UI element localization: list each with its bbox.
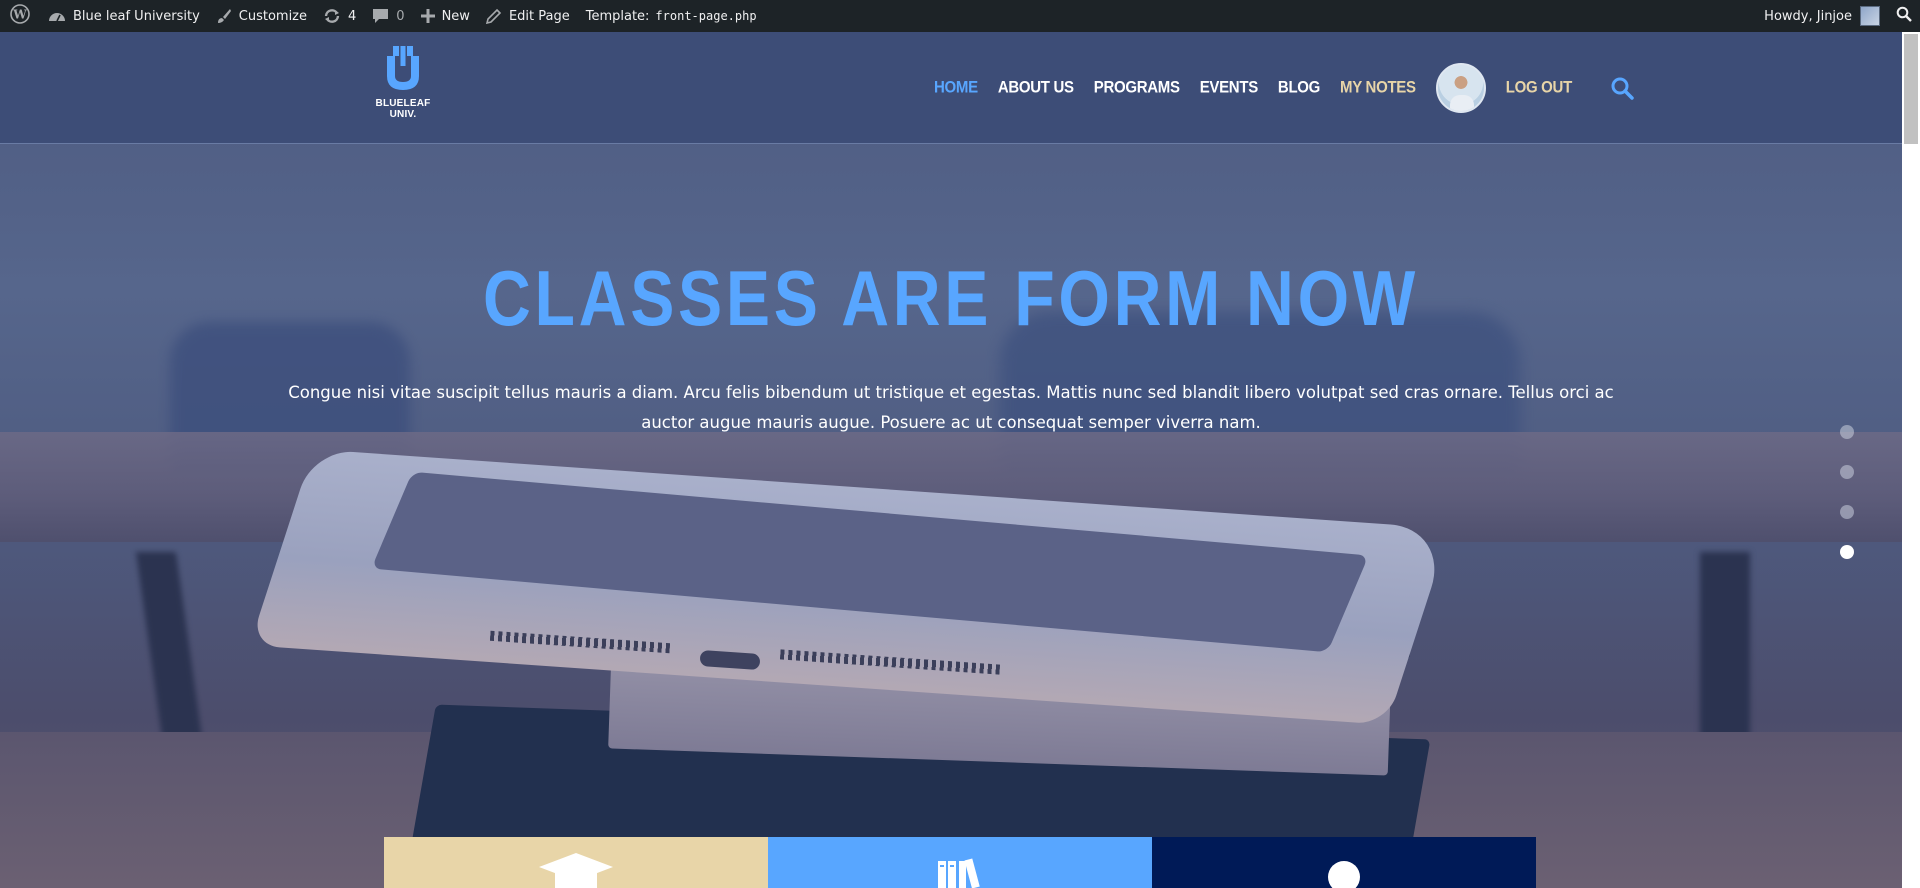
slider-dot-2[interactable] bbox=[1840, 465, 1854, 479]
howdy-label: Howdy, Jinjoe bbox=[1764, 8, 1852, 24]
template-file: front-page.php bbox=[655, 9, 757, 23]
edit-page-label: Edit Page bbox=[508, 8, 570, 24]
graduation-cap-icon bbox=[539, 853, 613, 888]
new-label: New bbox=[441, 8, 470, 24]
logout-link[interactable]: LOG OUT bbox=[1506, 78, 1573, 97]
wp-admin-bar: W Blue leaf University Customize 4 0 New bbox=[0, 0, 1920, 32]
template-info: Template: front-page.php bbox=[578, 0, 765, 32]
template-label: Template: bbox=[585, 8, 650, 24]
slider-dot-4[interactable] bbox=[1840, 545, 1854, 559]
wordpress-icon: W bbox=[10, 4, 30, 28]
my-account-link[interactable]: Howdy, Jinjoe bbox=[1756, 0, 1888, 32]
pencil-icon bbox=[485, 8, 502, 24]
nav-item-blog[interactable]: BLOG bbox=[1278, 78, 1320, 97]
dashboard-icon bbox=[48, 9, 66, 23]
feature-tile-people[interactable] bbox=[1152, 837, 1536, 888]
slider-pagination bbox=[1840, 425, 1854, 585]
nav-item-home[interactable]: HOME bbox=[934, 78, 978, 97]
comments-link[interactable]: 0 bbox=[364, 0, 412, 32]
updates-link[interactable]: 4 bbox=[315, 0, 364, 32]
hero-background-image bbox=[0, 32, 1902, 888]
comment-icon bbox=[372, 8, 389, 24]
plus-icon bbox=[420, 9, 435, 23]
user-avatar[interactable] bbox=[1435, 62, 1486, 113]
svg-text:W: W bbox=[12, 8, 27, 22]
hero-description: Congue nisi vitae suscipit tellus mauris… bbox=[288, 383, 1614, 432]
page-scrollbar[interactable] bbox=[1902, 32, 1920, 888]
university-logo-icon bbox=[387, 46, 419, 90]
paintbrush-icon bbox=[216, 8, 232, 24]
logo-text: BLUELEAF UNIV. bbox=[375, 98, 431, 120]
site-name-link[interactable]: Blue leaf University bbox=[40, 0, 208, 32]
person-icon bbox=[1328, 861, 1360, 888]
hero-title: CLASSES ARE FORM NOW bbox=[483, 255, 1419, 343]
books-icon bbox=[938, 858, 980, 888]
nav-item-my-notes[interactable]: MY NOTES bbox=[1340, 78, 1416, 97]
nav-item-events[interactable]: EVENTS bbox=[1200, 78, 1259, 97]
search-icon bbox=[1611, 77, 1634, 100]
feature-tile-library[interactable] bbox=[768, 837, 1152, 888]
adminbar-search-button[interactable] bbox=[1888, 0, 1920, 32]
customize-link[interactable]: Customize bbox=[208, 0, 315, 32]
edit-page-link[interactable]: Edit Page bbox=[478, 0, 578, 32]
feature-tiles bbox=[384, 837, 1536, 888]
main-nav: HOME ABOUT US PROGRAMS EVENTS BLOG MY NO… bbox=[934, 32, 1634, 143]
site-search-button[interactable] bbox=[1610, 76, 1634, 100]
site-logo[interactable]: BLUELEAF UNIV. bbox=[368, 46, 438, 120]
updates-icon bbox=[323, 8, 341, 24]
scrollbar-thumb[interactable] bbox=[1904, 34, 1918, 144]
feature-tile-programs[interactable] bbox=[384, 837, 768, 888]
nav-item-programs[interactable]: PROGRAMS bbox=[1094, 78, 1180, 97]
slider-dot-3[interactable] bbox=[1840, 505, 1854, 519]
user-avatar-small bbox=[1860, 6, 1880, 26]
site-name-label: Blue leaf University bbox=[73, 8, 200, 24]
wordpress-logo-button[interactable]: W bbox=[0, 0, 40, 32]
customize-label: Customize bbox=[238, 8, 308, 24]
background-table-leg-left bbox=[135, 552, 205, 752]
search-icon bbox=[1896, 6, 1912, 26]
slider-dot-1[interactable] bbox=[1840, 425, 1854, 439]
comments-count: 0 bbox=[396, 8, 405, 24]
new-content-link[interactable]: New bbox=[413, 0, 478, 32]
nav-item-about-us[interactable]: ABOUT US bbox=[998, 78, 1074, 97]
updates-count: 4 bbox=[348, 8, 357, 24]
site-header: BLUELEAF UNIV. HOME ABOUT US PROGRAMS EV… bbox=[0, 32, 1902, 144]
